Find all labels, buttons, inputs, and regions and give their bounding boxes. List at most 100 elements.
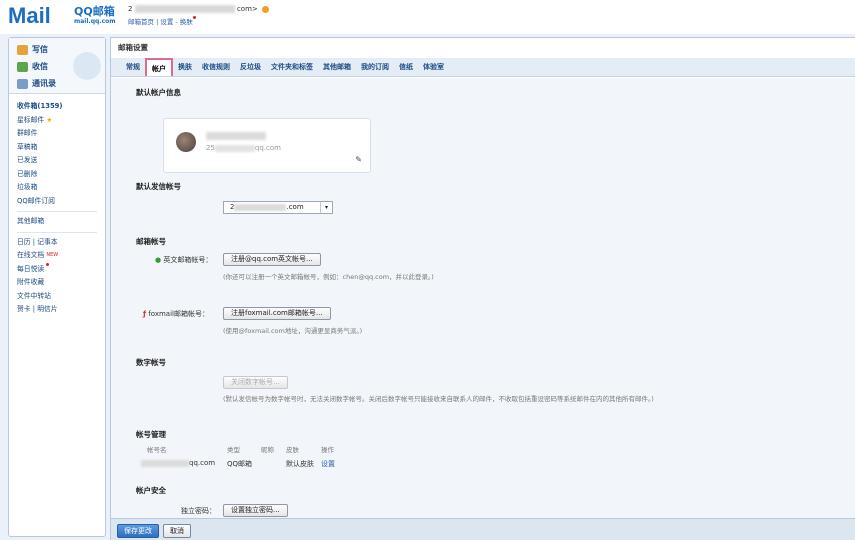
sidebar-item-docs[interactable]: 在线文档 NEW	[17, 249, 97, 263]
digital-hint: (默认发信帐号为数字帐号时，无法关闭数字帐号。关闭后数字帐号只能接收来自联系人的…	[223, 395, 654, 403]
star-icon: ★	[46, 115, 53, 124]
tab-antispam[interactable]: 反垃圾	[235, 58, 266, 76]
account-type-cell: QQ邮箱	[227, 460, 253, 468]
tab-account[interactable]: 帐户	[145, 58, 173, 76]
tab-stationery[interactable]: 信纸	[394, 58, 418, 76]
email-suffix: qq.com	[254, 144, 281, 152]
tab-general[interactable]: 常规	[121, 58, 145, 76]
cancel-button[interactable]: 取消	[163, 524, 191, 538]
section-account-security: 帐户安全	[136, 486, 166, 495]
folder-list: 收件箱(1359) 星标邮件 ★ 群邮件 草稿箱 已发送 已删除 垃圾箱 QQ邮…	[9, 94, 105, 323]
starred-label: 星标邮件	[17, 115, 45, 124]
sidebar-item-subscriptions[interactable]: QQ邮件订阅	[17, 195, 97, 209]
header-links[interactable]: 邮箱首页 | 设置 - 换肤	[128, 16, 196, 26]
contacts-icon	[17, 78, 28, 89]
col-header-skin: 皮肤	[286, 446, 299, 454]
set-password-button[interactable]: 设置独立密码...	[223, 504, 288, 517]
sidebar-item-drafts[interactable]: 草稿箱	[17, 141, 97, 155]
sidebar-item-spam[interactable]: 垃圾箱	[17, 181, 97, 195]
section-mail-account: 邮箱帐号	[136, 237, 166, 246]
sidebar-item-attachments[interactable]: 附件收藏	[17, 276, 97, 290]
account-name-cell: qq.com	[141, 459, 215, 467]
logo-url: mail.qq.com	[74, 18, 116, 25]
docs-label: 在线文档	[17, 251, 45, 259]
page-title: 邮箱设置	[118, 43, 148, 52]
tab-other-mail[interactable]: 其他邮箱	[318, 58, 356, 76]
edit-pencil-icon[interactable]: ✎	[355, 155, 362, 164]
register-foxmail-button[interactable]: 注册foxmail.com邮箱帐号...	[223, 307, 331, 320]
logo-letter: M	[8, 3, 27, 28]
english-account-label: ● 英文邮箱帐号：	[155, 255, 212, 265]
logo-letters: ail	[26, 3, 51, 28]
settings-panel: 邮箱设置 常规 帐户 换肤 收信规则 反垃圾 文件夹和标签 其他邮箱 我的订阅 …	[110, 37, 855, 540]
sidebar-item-transfer[interactable]: 文件中转站	[17, 290, 97, 304]
inbox-button[interactable]: 收信	[17, 61, 48, 72]
settings-tabs: 常规 帐户 换肤 收信规则 反垃圾 文件夹和标签 其他邮箱 我的订阅 信纸 体验…	[111, 58, 855, 77]
sidebar-item-group[interactable]: 群邮件	[17, 127, 97, 141]
contacts-label: 通讯录	[32, 79, 56, 88]
foxmail-account-label: ƒ foxmail邮箱帐号：	[143, 309, 209, 319]
avatar[interactable]	[176, 132, 196, 152]
account-card: 25 qq.com ✎	[163, 118, 371, 173]
section-default-send: 默认发信帐号	[136, 182, 181, 191]
logo-brand: QQ邮箱	[74, 5, 115, 18]
redacted-name	[206, 132, 266, 140]
mascot-icon	[73, 52, 101, 80]
save-button[interactable]: 保存更改	[117, 524, 159, 538]
section-account-mgmt: 帐号管理	[136, 430, 166, 439]
col-header-nickname: 昵称	[261, 446, 274, 454]
sidebar-item-calendar[interactable]: 日历 | 记事本	[17, 236, 97, 250]
close-digital-button[interactable]: 关闭数字帐号...	[223, 376, 288, 389]
notification-dot-icon	[192, 16, 196, 19]
account-settings-link[interactable]: 设置	[321, 459, 335, 469]
tab-lab[interactable]: 体验室	[418, 58, 449, 76]
sidebar-item-sent[interactable]: 已发送	[17, 154, 97, 168]
redacted-text	[214, 144, 255, 152]
redacted-text	[234, 203, 287, 211]
sidebar-item-inbox[interactable]: 收件箱(1359)	[17, 100, 97, 114]
redacted-text	[134, 5, 235, 13]
foxmail-label-text: foxmail邮箱帐号：	[148, 310, 209, 318]
contacts-button[interactable]: 通讯录	[17, 78, 56, 89]
notification-dot-icon	[46, 262, 50, 266]
divider	[17, 231, 97, 233]
status-icon	[262, 5, 269, 13]
tab-folders[interactable]: 文件夹和标签	[266, 58, 318, 76]
inbox-label: 收信	[32, 62, 48, 71]
inbox-icon	[17, 61, 28, 72]
chevron-down-icon: ▾	[320, 202, 332, 213]
new-badge: NEW	[46, 252, 59, 258]
col-header-name: 帐号名	[147, 446, 167, 454]
english-label-text: 英文邮箱帐号：	[163, 256, 213, 264]
user-prefix: 2	[128, 5, 133, 13]
quick-actions: 写信 收信 通讯录	[9, 38, 105, 94]
register-english-button[interactable]: 注册@qq.com英文帐号...	[223, 253, 321, 266]
sidebar-item-cards[interactable]: 贺卡 | 明信片	[17, 303, 97, 317]
email-prefix: 25	[206, 144, 215, 152]
tab-skin[interactable]: 换肤	[173, 58, 197, 76]
sidebar-item-deleted[interactable]: 已删除	[17, 168, 97, 182]
english-hint: (你还可以注册一个英文邮箱帐号，例如：chen@qq.com，并以此登录。)	[223, 273, 434, 281]
sidebar-item-reading[interactable]: 每日悦读	[17, 262, 97, 277]
tab-subscriptions[interactable]: 我的订阅	[356, 58, 394, 76]
sidebar: 写信 收信 通讯录 收件箱(1359) 星标邮件 ★ 群邮件 草稿箱 已发送 已…	[8, 37, 106, 537]
redacted-text	[141, 459, 189, 467]
foxmail-icon: ƒ	[143, 310, 147, 318]
tab-rules[interactable]: 收信规则	[197, 58, 235, 76]
qq-mail-logo[interactable]: Mail	[8, 3, 51, 29]
pen-icon	[17, 44, 28, 55]
security-password-label: 独立密码：	[181, 507, 216, 515]
sidebar-item-other[interactable]: 其他邮箱	[17, 215, 97, 229]
sidebar-item-starred[interactable]: 星标邮件 ★	[17, 114, 97, 128]
compose-button[interactable]: 写信	[17, 44, 48, 55]
account-name-suffix: qq.com	[189, 459, 216, 467]
col-header-action: 操作	[321, 446, 334, 454]
default-send-select[interactable]: 2 .com ▾	[223, 201, 333, 214]
select-suffix: .com	[286, 203, 304, 211]
account-skin-cell: 默认皮肤	[286, 460, 314, 468]
divider	[17, 211, 97, 212]
header-links-text[interactable]: 邮箱首页 | 设置 - 换肤	[128, 18, 193, 26]
action-bar: 保存更改 取消	[111, 518, 855, 540]
account-email: 25 qq.com	[206, 144, 281, 152]
col-header-type: 类型	[227, 446, 240, 454]
